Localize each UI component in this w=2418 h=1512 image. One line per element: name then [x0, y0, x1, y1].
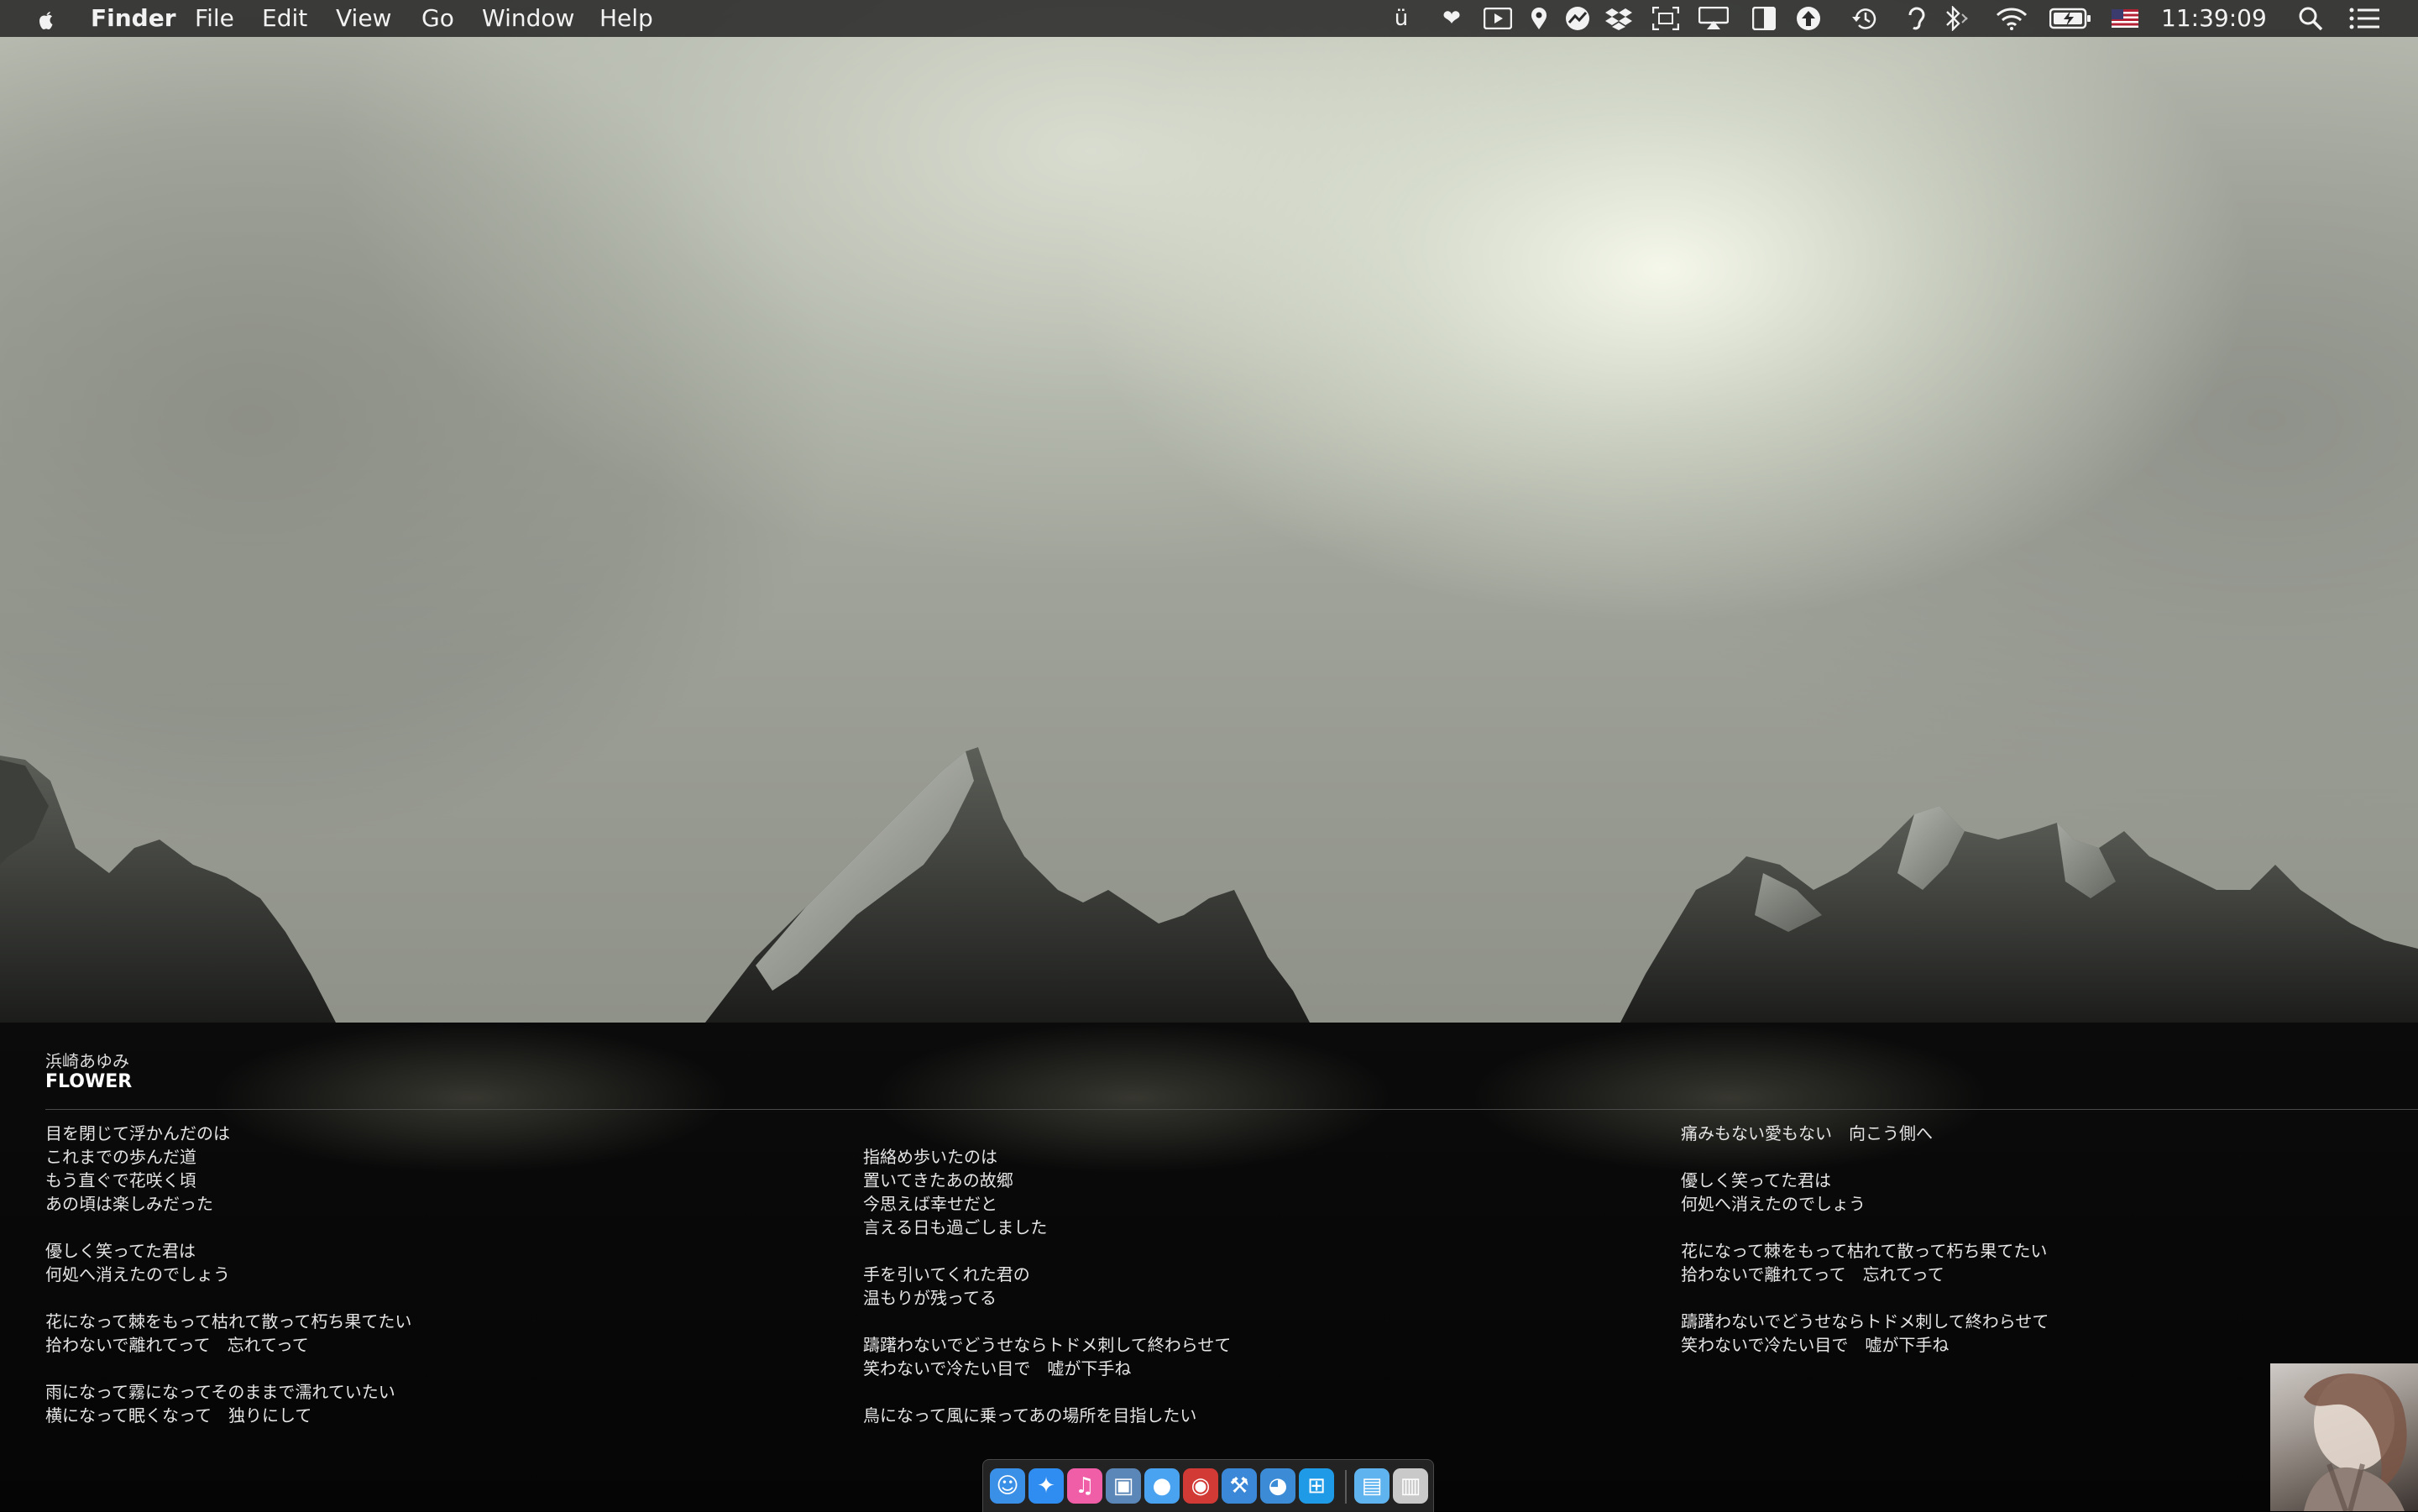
us-flag-input-icon[interactable] — [2111, 7, 2139, 30]
spotlight-icon[interactable] — [2297, 7, 2324, 31]
lyric-line: 温もりが残ってる — [863, 1288, 997, 1308]
lyric-stanza: 鳥になって風に乗ってあの場所を目指したい — [863, 1404, 1231, 1427]
lyrics-column-1: 目を閉じて浮かんだのは これまでの歩んだ道 もう直ぐで花咲く頃 あの頃は楽しみだった優… — [45, 1122, 411, 1451]
lyric-stanza: 指絡め歩いたのは 置いてきたあの故郷 今思えば幸せだと言える日も過ごしました — [863, 1145, 1231, 1239]
divider — [45, 1109, 2418, 1110]
photo-booth-icon[interactable]: ◉ — [1183, 1468, 1218, 1504]
menu-edit[interactable]: Edit — [262, 0, 307, 37]
airplay-icon[interactable] — [1698, 7, 1730, 30]
lyric-line: 手を引いてくれた君の — [863, 1264, 1030, 1284]
menu-file[interactable]: File — [195, 0, 234, 37]
apple-menu-icon[interactable] — [34, 0, 59, 37]
lyric-stanza: 花になって棘をもって枯れて散って朽ち果てたい 拾わないで離れてって 忘れてって — [45, 1310, 411, 1357]
menu-window[interactable]: Window — [482, 0, 574, 37]
lyric-line: 躊躇わないでどうせならトドメ刺して終わらせて — [1681, 1311, 2049, 1332]
ubar-icon[interactable]: ü — [1389, 6, 1414, 31]
lyric-line: 花になって棘をもって枯れて散って朽ち果てたい — [45, 1311, 412, 1332]
upload-icon[interactable] — [1795, 7, 1822, 30]
screen-record-icon[interactable] — [1483, 7, 1513, 30]
finder-icon[interactable]: ☺ — [990, 1468, 1025, 1504]
lyric-line: 笑わないで冷たい目で 嘘が下手ね — [863, 1358, 1132, 1379]
lyric-stanza: 手を引いてくれた君の 温もりが残ってる — [863, 1263, 1231, 1310]
menu-go[interactable]: Go — [421, 0, 454, 37]
lyric-stanza: 痛みもない愛もない 向こう側へ — [1681, 1122, 2049, 1145]
lyric-line: 拾わないで離れてって 忘れてって — [45, 1335, 309, 1355]
screenshot-icon[interactable] — [1651, 7, 1681, 30]
artist-name: 浜崎あゆみ — [45, 1051, 129, 1071]
mountain-silhouette — [0, 747, 2418, 1023]
lyric-line: 何処へ消えたのでしょう — [45, 1264, 230, 1284]
istat-icon[interactable] — [1563, 7, 1592, 30]
menubar-clock[interactable]: 11:39:09 — [2161, 0, 2267, 37]
notification-center-icon[interactable] — [2347, 7, 2381, 30]
lyric-stanza: 躊躇わないでどうせならトドメ刺して終わらせて 笑わないで冷たい目で 嘘が下手ね — [1681, 1310, 2049, 1357]
location-icon[interactable] — [1528, 7, 1550, 30]
lyric-line: 置いてきたあの故郷 — [863, 1170, 1013, 1190]
lyric-line: 花になって棘をもって枯れて散って朽ち果てたい — [1681, 1241, 2048, 1261]
lyric-line: 拾わないで離れてって 忘れてって — [1681, 1264, 1944, 1284]
lyric-line: 優しく笑ってた君は — [45, 1241, 196, 1261]
lyric-stanza: 花になって棘をもって枯れて散って朽ち果てたい 拾わないで離れてって 忘れてって — [1681, 1239, 2049, 1286]
lyric-line: あの頃は楽しみだった — [45, 1194, 213, 1214]
windows-icon[interactable]: ⊞ — [1299, 1468, 1334, 1504]
hearing-icon[interactable] — [1906, 7, 1926, 30]
lyrics-column-3: 痛みもない愛もない 向こう側へ 優しく笑ってた君は何処へ消えたのでしょう花になって… — [1681, 1122, 2049, 1380]
desktop-wallpaper — [0, 0, 2418, 1023]
lyrics-widget: 浜崎あゆみ FLOWER 目を閉じて浮かんだのは これまでの歩んだ道 もう直ぐで花咲… — [0, 1023, 2418, 1511]
song-title: FLOWER — [45, 1071, 133, 1092]
trash-icon[interactable]: ▥ — [1393, 1468, 1428, 1504]
menu-view[interactable]: View — [336, 0, 391, 37]
lyric-stanza: 優しく笑ってた君は何処へ消えたのでしょう — [1681, 1169, 2049, 1216]
lyric-line: 言える日も過ごしました — [863, 1217, 1048, 1237]
tweetbot-icon[interactable]: ◕ — [1260, 1468, 1295, 1504]
lyric-line: 笑わないで冷たい目で 嘘が下手ね — [1681, 1335, 1950, 1355]
safari-icon[interactable]: ✦ — [1028, 1468, 1064, 1504]
lyrics-column-2: 指絡め歩いたのは 置いてきたあの故郷 今思えば幸せだと 言える日も過ごしました 手を引い… — [863, 1145, 1231, 1451]
lyric-line: 躊躇わないでどうせならトドメ刺して終わらせて — [863, 1335, 1232, 1355]
album-artwork[interactable] — [2270, 1363, 2418, 1511]
lyric-stanza: 目を閉じて浮かんだのは これまでの歩んだ道 もう直ぐで花咲く頃 あの頃は楽しみだった — [45, 1122, 411, 1216]
lyric-line: 何処へ消えたのでしょう — [1681, 1194, 1866, 1214]
lyric-line: これまでの歩んだ道 — [45, 1147, 196, 1167]
lyric-line: 痛みもない愛もない 向こう側へ — [1681, 1123, 1933, 1143]
dock: ☺ ✦ ♫ ▣ ● ◉ ⚒ ◕ ⊞ ▤ ▥ — [982, 1459, 1434, 1512]
lyric-line: 横になって眠くなって 独りにして — [45, 1405, 312, 1426]
itunes-icon[interactable]: ♫ — [1067, 1468, 1102, 1504]
lyric-stanza: 優しく笑ってた君は何処へ消えたのでしょう — [45, 1239, 411, 1286]
xcode-icon[interactable]: ⚒ — [1222, 1468, 1257, 1504]
lyric-stanza: 雨になって霧になってそのままで濡れていたい 横になって眠くなって 独りにして — [45, 1380, 411, 1427]
lyric-stanza: 躊躇わないでどうせならトドメ刺して終わらせて 笑わないで冷たい目で 嘘が下手ね — [863, 1333, 1231, 1380]
lyric-line: 指絡め歩いたのは — [863, 1147, 997, 1167]
dropbox-icon[interactable] — [1604, 7, 1634, 30]
downloads-folder-icon[interactable]: ▤ — [1354, 1468, 1390, 1504]
heart-icon[interactable]: ❤ — [1437, 6, 1466, 31]
lyric-line: 鳥になって風に乗ってあの場所を目指したい — [863, 1405, 1197, 1426]
lyric-line: 今思えば幸せだと — [863, 1194, 997, 1214]
bluetooth-icon[interactable] — [1939, 6, 1970, 31]
lyric-line: 目を閉じて浮かんだのは — [45, 1123, 230, 1143]
sidebar-icon[interactable] — [1751, 7, 1777, 30]
lyric-line: 優しく笑ってた君は — [1681, 1170, 1831, 1190]
album-portrait-image — [2304, 1373, 2407, 1511]
menu-bar: Finder File Edit View Go Window Help ü ❤ — [0, 0, 2418, 37]
menu-help[interactable]: Help — [599, 0, 653, 37]
dock-separator — [1345, 1470, 1347, 1504]
preview-icon[interactable]: ▣ — [1106, 1468, 1141, 1504]
time-machine-icon[interactable] — [1850, 7, 1879, 30]
battery-charging-icon[interactable] — [2049, 7, 2092, 30]
messages-icon[interactable]: ● — [1144, 1468, 1180, 1504]
lyric-line: 雨になって霧になってそのままで濡れていたい — [45, 1382, 395, 1402]
app-menu-finder[interactable]: Finder — [91, 0, 176, 37]
lyric-line: もう直ぐで花咲く頃 — [45, 1170, 196, 1190]
wifi-icon[interactable] — [1995, 7, 2028, 30]
